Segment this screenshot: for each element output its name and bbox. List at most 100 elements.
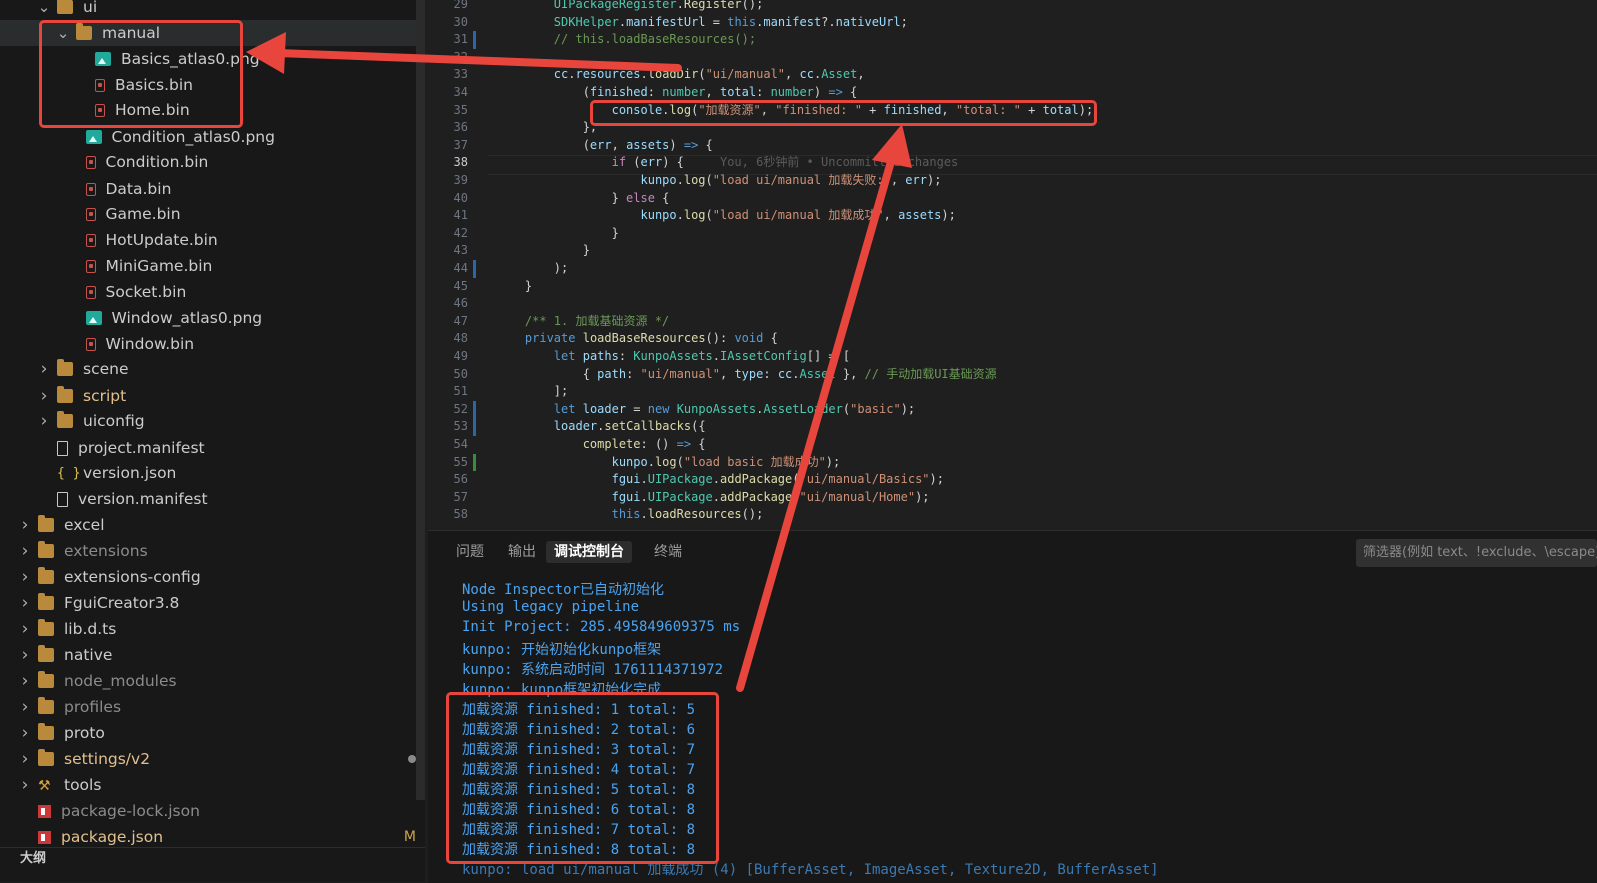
explorer-sidebar: ⌄ ui ⌄ manual Basics_atlas0.png Basics.bin Hom… (0, 0, 425, 882)
chevron-right-icon[interactable]: › (18, 541, 32, 561)
tree-item[interactable]: › excel (0, 512, 425, 538)
console-line: Init Project: 285.495849609375 ms (462, 619, 741, 635)
npm-icon (38, 830, 51, 844)
code-editor[interactable]: 29 UIPackageRegister.Register(); 30 SDKH… (428, 0, 1597, 530)
folder-icon (38, 645, 54, 662)
chevron-right-icon[interactable]: › (18, 567, 32, 587)
tree-item[interactable]: › script (0, 383, 425, 409)
chevron-right-icon[interactable]: › (37, 359, 51, 379)
chevron-right-icon[interactable]: › (37, 386, 51, 406)
chevron-right-icon[interactable]: › (18, 593, 32, 613)
folder-icon (38, 593, 54, 610)
tree-item[interactable]: HotUpdate.bin (0, 227, 425, 253)
tree-item[interactable]: MiniGame.bin (0, 253, 425, 279)
folder-icon (38, 749, 54, 766)
tree-item-label: ui (83, 0, 98, 16)
tree-item[interactable]: › uiconfig (0, 408, 425, 434)
console-line: kunpo: 开始初始化kunpo框架 (462, 642, 662, 658)
chevron-right-icon[interactable]: › (18, 697, 32, 717)
npm-icon (38, 804, 51, 818)
sidebar-scrollbar[interactable] (416, 0, 425, 800)
tree-item-label: node_modules (64, 672, 177, 690)
tree-item-label: tools (64, 776, 102, 794)
git-blame-annotation: You, 6秒钟前 • Uncommitted changes (719, 155, 959, 170)
folder-icon (38, 671, 54, 688)
panel-tab[interactable]: 终端 (646, 541, 690, 563)
chevron-right-icon[interactable]: › (18, 645, 32, 665)
binary-file-icon (85, 182, 96, 196)
console-line: kunpo: 系统启动时间 1761114371972 (462, 662, 724, 678)
tree-item-label: Window_atlas0.png (111, 309, 263, 327)
tree-item[interactable]: project.manifest (0, 435, 425, 461)
tree-item[interactable]: › lib.d.ts (0, 616, 425, 642)
folder-icon (38, 567, 54, 584)
tree-item-label: package-lock.json (61, 802, 200, 820)
folder-icon (57, 411, 73, 428)
tree-item[interactable]: { } version.json (0, 460, 425, 486)
tree-item[interactable]: › native (0, 642, 425, 668)
tools-icon: ⚒ (38, 778, 51, 794)
tree-item-label: native (64, 646, 113, 664)
tree-item-label: version.json (83, 464, 177, 482)
chevron-down-icon[interactable]: ⌄ (37, 0, 51, 16)
tree-item[interactable]: Window.bin (0, 331, 425, 357)
image-file-icon (85, 311, 102, 325)
binary-file-icon (85, 259, 96, 273)
json-file-icon: { } (57, 466, 81, 481)
tree-item[interactable]: › node_modules (0, 668, 425, 694)
folder-open-icon (57, 0, 73, 14)
tree-item-label: Game.bin (105, 205, 181, 223)
tree-item[interactable]: version.manifest (0, 486, 425, 512)
annotation-box-manual-folder (39, 20, 243, 128)
binary-file-icon (85, 337, 96, 351)
tree-item[interactable]: › profiles (0, 694, 425, 720)
git-modified-badge: M (403, 829, 416, 845)
tree-item-label: Condition_atlas0.png (111, 128, 275, 146)
tree-item-label: script (83, 387, 127, 405)
panel-tab[interactable]: 问题 (448, 541, 492, 563)
tree-item[interactable]: › ⚒ tools (0, 772, 425, 798)
chevron-right-icon[interactable]: › (18, 671, 32, 691)
chevron-right-icon[interactable]: › (37, 411, 51, 431)
tree-item-label: MiniGame.bin (105, 257, 213, 275)
annotation-box-console-output (446, 692, 719, 864)
chevron-right-icon[interactable]: › (18, 515, 32, 535)
tree-item[interactable]: Game.bin (0, 201, 425, 227)
annotation-box-console-log-line (590, 100, 1097, 126)
outline-section-header[interactable]: 大纲 (0, 847, 425, 882)
tree-item[interactable]: › settings/v2 (0, 746, 425, 772)
chevron-right-icon[interactable]: › (18, 619, 32, 639)
image-file-icon (85, 130, 102, 144)
folder-icon (38, 619, 54, 636)
folder-icon (57, 386, 73, 403)
console-line: Node Inspector已自动初始化 (462, 582, 665, 598)
folder-icon (38, 723, 54, 740)
tree-item[interactable]: › extensions (0, 538, 425, 564)
tree-item[interactable]: › proto (0, 720, 425, 746)
tree-item-label: Window.bin (105, 335, 195, 353)
tree-item[interactable]: Data.bin (0, 176, 425, 202)
console-filter-input[interactable]: 筛选器(例如 text、!exclude、\escape) (1356, 539, 1597, 567)
tree-item[interactable]: package-lock.json (0, 798, 425, 824)
tree-item[interactable]: › scene (0, 356, 425, 382)
chevron-right-icon[interactable]: › (18, 749, 32, 769)
modified-dot-icon (408, 755, 416, 763)
tree-item-label: scene (83, 360, 129, 378)
tree-item[interactable]: › extensions-config (0, 564, 425, 590)
tree-item[interactable]: Socket.bin (0, 279, 425, 305)
tree-item-label: Data.bin (105, 180, 172, 198)
tree-item[interactable]: Window_atlas0.png (0, 305, 425, 331)
tree-item[interactable]: › FguiCreator3.8 (0, 590, 425, 616)
panel-tab[interactable]: 调试控制台 (546, 541, 632, 563)
panel-tab[interactable]: 输出 (500, 541, 544, 563)
tree-item-label: lib.d.ts (64, 620, 117, 638)
tree-item-label: project.manifest (78, 439, 205, 457)
tree-item[interactable]: Condition.bin (0, 149, 425, 175)
chevron-right-icon[interactable]: › (18, 723, 32, 743)
tree-item-label: version.manifest (78, 490, 208, 508)
tree-item[interactable]: ⌄ ui (0, 0, 425, 20)
tree-item-label: extensions-config (64, 568, 201, 586)
tree-item-label: HotUpdate.bin (105, 231, 218, 249)
file-icon (57, 491, 68, 507)
chevron-right-icon[interactable]: › (18, 775, 32, 795)
